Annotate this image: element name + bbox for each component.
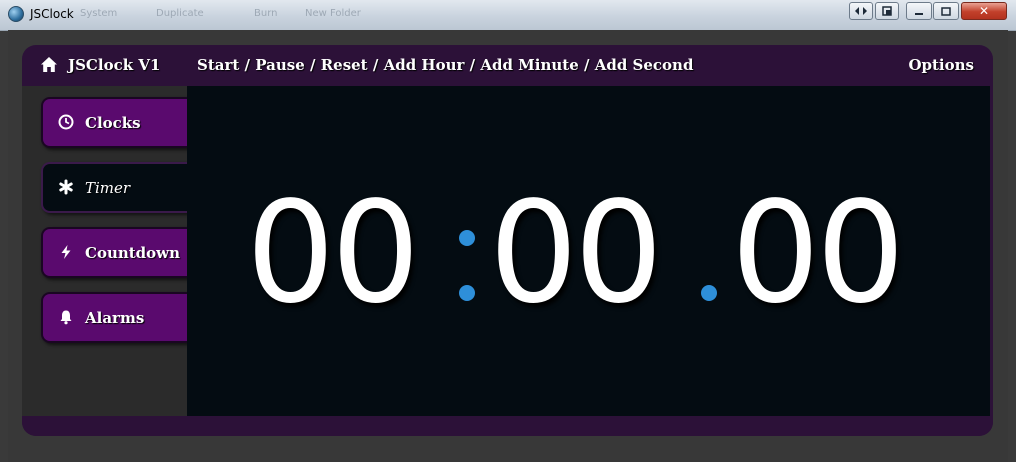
start-button[interactable]: Start — [197, 56, 239, 74]
sidebar-item-countdown[interactable]: Countdown — [41, 227, 189, 278]
separator: / — [309, 56, 321, 74]
ghost-menu-new-folder: New Folder — [305, 8, 361, 19]
window-title: JSClock — [30, 7, 74, 21]
add-minute-button[interactable]: Add Minute — [480, 56, 578, 74]
sidebar-item-timer[interactable]: Timer — [41, 162, 189, 213]
ghost-menu-burn: Burn — [254, 8, 278, 19]
colon-dot-top — [459, 230, 475, 246]
separator: / — [244, 56, 256, 74]
jsclock-app: JSClock V1 Start / Pause / Reset / Add H… — [22, 45, 993, 436]
add-hour-button[interactable]: Add Hour — [384, 56, 465, 74]
app-brand-link[interactable]: JSClock V1 — [68, 56, 160, 74]
sidebar-item-label: Alarms — [85, 309, 145, 327]
minimize-button[interactable] — [906, 2, 932, 20]
bolt-icon — [61, 245, 71, 259]
pause-button[interactable]: Pause — [255, 56, 305, 74]
close-icon: ✕ — [978, 4, 990, 18]
asterisk-icon — [59, 179, 73, 195]
options-button[interactable]: Options — [908, 56, 974, 74]
separator: / — [584, 56, 595, 74]
sidebar-item-alarms[interactable]: Alarms — [41, 292, 189, 343]
sidebar-item-label: Timer — [85, 179, 131, 197]
timer-hours: 00 — [246, 172, 420, 335]
sidebar-item-label: Clocks — [85, 114, 141, 132]
sidebar-nav: Clocks Timer Countdown Alarms — [22, 86, 189, 416]
close-button[interactable]: ✕ — [961, 2, 1007, 20]
minimize-icon — [915, 13, 923, 15]
separator: / — [469, 56, 481, 74]
bell-icon — [60, 310, 72, 325]
pin-icon — [882, 6, 892, 16]
app-icon — [8, 6, 24, 22]
sidebar-item-label: Countdown — [85, 244, 180, 262]
timer-actions: Start / Pause / Reset / Add Hour / Add M… — [197, 56, 693, 74]
timer-minutes: 00 — [489, 172, 663, 335]
sidebar-item-clocks[interactable]: Clocks — [41, 97, 189, 148]
colon-dot-bottom — [459, 285, 475, 301]
home-icon[interactable] — [40, 56, 58, 74]
maximize-button[interactable] — [933, 2, 959, 20]
timer-hundredths: 00 — [731, 172, 905, 335]
window-title-bar[interactable]: JSClock System Duplicate Burn New Folder… — [0, 0, 1016, 31]
add-second-button[interactable]: Add Second — [595, 56, 694, 74]
top-navigation-bar: JSClock V1 Start / Pause / Reset / Add H… — [22, 45, 993, 86]
ghost-menu-system: System — [80, 8, 118, 19]
ghost-menu-duplicate: Duplicate — [156, 8, 204, 19]
switch-view-button[interactable] — [849, 2, 873, 20]
decimal-dot — [701, 285, 717, 301]
pin-button[interactable] — [875, 2, 899, 20]
timer-display: 00 00 00 — [187, 86, 990, 416]
separator: / — [372, 56, 384, 74]
clock-icon — [58, 114, 74, 130]
reset-button[interactable]: Reset — [321, 56, 368, 74]
footer-bar — [22, 416, 993, 436]
maximize-icon — [941, 7, 951, 16]
arrows-icon — [855, 7, 867, 15]
